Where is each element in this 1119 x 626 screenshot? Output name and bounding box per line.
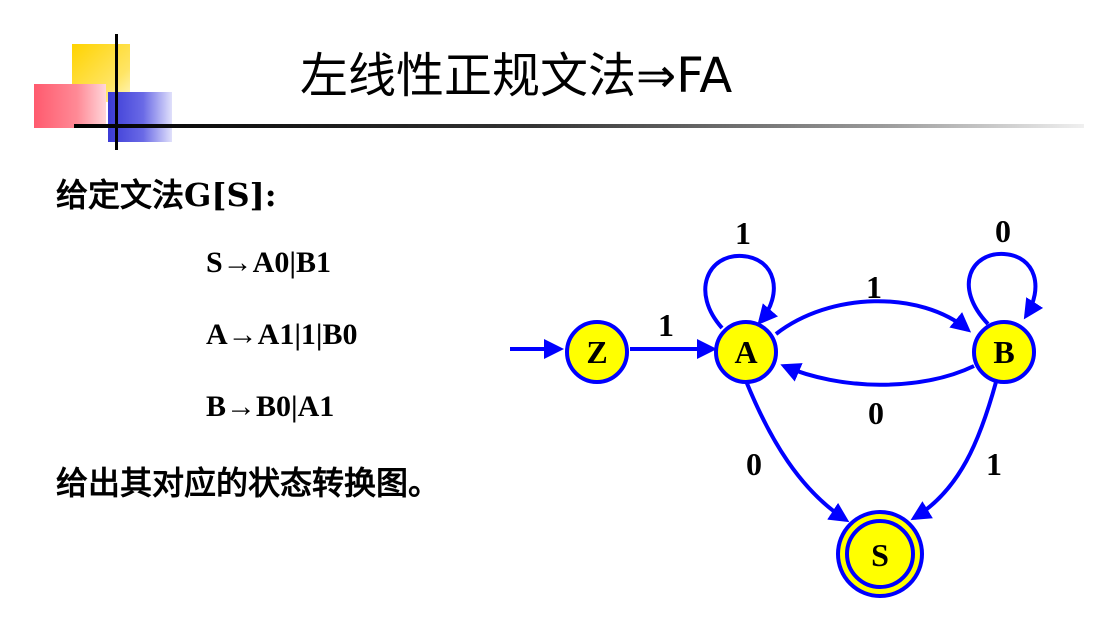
edge-label-a-s: 0: [746, 446, 762, 482]
state-a: A: [714, 320, 778, 384]
edge-b-s: [910, 381, 998, 521]
edge-b-a: [780, 363, 975, 387]
edge-label-a-b: 1: [866, 269, 882, 305]
state-b-label: B: [993, 334, 1014, 370]
edge-label-a-a: 1: [735, 215, 751, 251]
state-b: B: [972, 320, 1036, 384]
state-z-label: Z: [586, 334, 607, 370]
state-transition-diagram: 1 1 1 0 0 0 1 Z A B S: [510, 213, 1044, 598]
edge-label-b-b: 0: [995, 213, 1011, 249]
state-s-label: S: [871, 537, 889, 573]
edge-a-a-loop: [703, 253, 779, 330]
state-a-label: A: [734, 334, 757, 370]
state-z: Z: [565, 320, 629, 384]
edge-b-b-loop: [966, 251, 1044, 326]
slide: 左线性正规文法⇒FA 给定文法G[S]: S→A0|B1 A→A1|1|B0 B…: [0, 0, 1119, 626]
edge-label-b-s: 1: [986, 446, 1002, 482]
state-s-accepting: S: [836, 510, 924, 598]
edge-label-z-a: 1: [658, 307, 674, 343]
edge-label-b-a: 0: [868, 395, 884, 431]
edge-a-b: [774, 299, 972, 336]
